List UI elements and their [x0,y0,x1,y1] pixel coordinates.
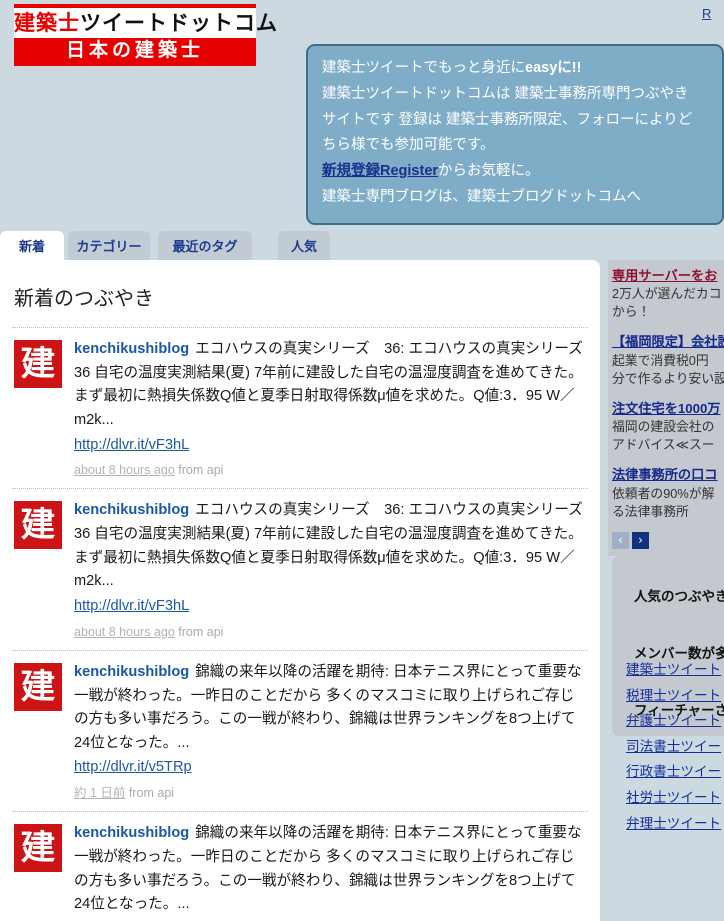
infobox-line1-easy: easy [525,60,558,76]
infobox-line-4: ちら様でも参加可能です。 [322,137,495,154]
page-root: 建築士ツイートドットコム 日本の建築士 R 建築士ツイートでもっと身近にeasy… [0,0,724,921]
tab-new[interactable]: 新着 [0,231,64,260]
ad-description-line: 福岡の建設会社の [612,419,715,435]
tweet-timestamp[interactable]: 約 1 日前 [74,786,125,800]
logo-text-black: ツイートドットコム [80,12,278,35]
ad-pager: ‹ › [612,532,724,550]
infobox-line1-c: に!! [557,60,582,76]
tweet-source: from api [178,463,224,478]
page-title: 新着のつぶやき [14,288,154,310]
infobox-line5-rest: からお気軽に。 [438,163,540,180]
sidebar-link-bengoshi[interactable]: 弁護士ツイート [626,714,724,728]
sidebar-link-gyoseishoshi[interactable]: 行政書士ツイー [626,765,724,779]
sidebar-link-benrishi[interactable]: 弁理士ツイート [626,816,724,831]
infobox-line1-a: 建築士ツイートでもっと身近に [322,60,525,76]
tweet-source: from api [178,624,224,639]
chevron-left-icon[interactable]: ‹ [612,532,629,550]
ad-title-link[interactable]: 注文住宅を1000万 [612,399,724,418]
tweet-username[interactable]: kenchikushiblog [74,341,189,357]
tweet-timestamp[interactable]: about 8 hours ago [74,463,175,477]
sidebar-heading-popular: 人気のつぶやき [634,589,724,604]
ad-item: 専用サーバーをお 2万人が選んだカコ から！ [612,266,724,321]
tweet-meta: 約 1 日前 from api [74,783,588,803]
tweet-item: 建 kenchikushiblog 錦織の来年以降の活躍を期待: 日本テニス界にと… [12,811,588,921]
tweet-body: kenchikushiblog エコハウスの真実シリーズ 36: エコハウスの真実… [74,338,588,480]
logo-tagline: 日本の建築士 [14,38,256,66]
logo-text-red: 建築士 [14,12,80,35]
tweet-timestamp[interactable]: about 8 hours ago [74,625,175,639]
tweet-item: 建 kenchikushiblog 錦織の来年以降の活躍を期待: 日本テニス界にと… [12,649,588,811]
infobox-line-2: 建築士ツイートドットコムは 建築士事務所専門つぶやき [322,85,689,102]
avatar[interactable]: 建 [14,340,62,388]
tweet-username[interactable]: kenchikushiblog [74,825,189,841]
infobox-line-6: 建築士専門ブログは、建築士ブログドットコムへ [322,188,641,205]
ad-description-line: 起業で消費税0円 [612,352,709,368]
sidebar-link-list: 建築士ツイート 税理士ツイート 弁護士ツイート 司法書士ツイー 行政書士ツイー … [626,663,724,842]
intro-infobox: 建築士ツイートでもっと身近にeasyに!! 建築士ツイートドットコムは 建築士事… [306,44,724,225]
tweet-body: kenchikushiblog エコハウスの真実シリーズ 36: エコハウスの真実… [74,499,588,641]
ad-title-link[interactable]: 法律事務所の口コ [612,465,724,484]
tweet-meta: about 8 hours ago from api [74,622,588,642]
tweet-body: kenchikushiblog 錦織の来年以降の活躍を期待: 日本テニス界にとって… [74,822,588,921]
ad-title-link[interactable]: 専用サーバーをお [612,266,724,285]
tab-popular[interactable]: 人気 [278,231,330,260]
sidebar-heading-members: メンバー数が多 [634,646,724,661]
tweet-url[interactable]: http://dlvr.it/v5TRp [74,756,588,780]
tweet-body: kenchikushiblog 錦織の来年以降の活躍を期待: 日本テニス界にとって… [74,661,588,803]
ad-description-line: 依頼者の90%が解 [612,485,715,501]
sidebar-link-zeirishi[interactable]: 税理士ツイート [626,688,724,703]
logo-primary-text: 建築士ツイートドットコム [14,8,277,39]
right-sidebar: 専用サーバーをお 2万人が選んだカコ から！ 【福岡限定】会社設 起業で消費税0… [608,260,724,921]
infobox-line-5: 新規登録Registerからお気軽に。 [322,159,708,185]
chevron-right-icon[interactable]: › [632,532,649,550]
ad-title-link[interactable]: 【福岡限定】会社設 [612,332,724,351]
infobox-line-3: サイトです 登録は 建築士事務所限定、フォローによりど [322,111,693,128]
ad-item: 【福岡限定】会社設 起業で消費税0円 分で作るより安い設 [612,332,724,387]
avatar[interactable]: 建 [14,824,62,873]
tweet-source: from api [128,786,175,801]
avatar[interactable]: 建 [14,662,62,711]
tab-category[interactable]: カテゴリー [68,231,150,260]
avatar[interactable]: 建 [14,501,62,550]
sidebar-link-kenchikushi[interactable]: 建築士ツイート [626,663,724,677]
tweet-url[interactable]: http://dlvr.it/vF3hL [74,595,588,619]
site-header: 建築士ツイートドットコム 日本の建築士 R 建築士ツイートでもっと身近にeasy… [0,0,724,225]
ad-box: 専用サーバーをお 2万人が選んだカコ から！ 【福岡限定】会社設 起業で消費税0… [608,260,724,556]
new-register-link[interactable]: 新規登録Register [322,163,438,179]
tweet-url[interactable]: http://dlvr.it/vF3hL [74,434,588,458]
tweet-item: 建 kenchikushiblog エコハウスの真実シリーズ 36: エコハウスの… [12,327,588,488]
tab-recent-tags[interactable]: 最近のタグ [158,231,252,260]
site-logo[interactable]: 建築士ツイートドットコム 日本の建築士 [14,4,277,66]
tweet-username[interactable]: kenchikushiblog [74,664,189,680]
ad-item: 注文住宅を1000万 福岡の建設会社の アドバイス≪スー [612,399,724,454]
ad-description-line: 分で作るより安い設 [612,370,724,386]
ad-description-line: 2万人が選んだカコ [612,286,722,302]
main-content-panel: 新着のつぶやき 建 kenchikushiblog エコハウスの真実シリーズ 36… [0,260,600,921]
sidebar-link-sharoshi[interactable]: 社労士ツイート [626,791,724,805]
ad-description-line: る法律事務所 [612,503,689,519]
tweet-item: 建 kenchikushiblog エコハウスの真実シリーズ 36: エコハウスの… [12,488,588,649]
ad-description-line: から！ [612,304,651,320]
tweet-meta: about 8 hours ago from api [74,460,588,480]
sidebar-link-shihoshoshi[interactable]: 司法書士ツイー [626,740,724,754]
ad-description-line: アドバイス≪スー [612,437,715,453]
tweet-list: 建 kenchikushiblog エコハウスの真実シリーズ 36: エコハウスの… [0,327,600,921]
tweet-username[interactable]: kenchikushiblog [74,502,189,518]
tab-bar: 新着 カテゴリー 最近のタグ 人気 [0,231,724,260]
infobox-line-1: 建築士ツイートでもっと身近にeasyに!! [322,56,708,82]
ad-item: 法律事務所の口コ 依頼者の90%が解 る法律事務所 [612,465,724,520]
register-top-link[interactable]: R [702,6,720,21]
